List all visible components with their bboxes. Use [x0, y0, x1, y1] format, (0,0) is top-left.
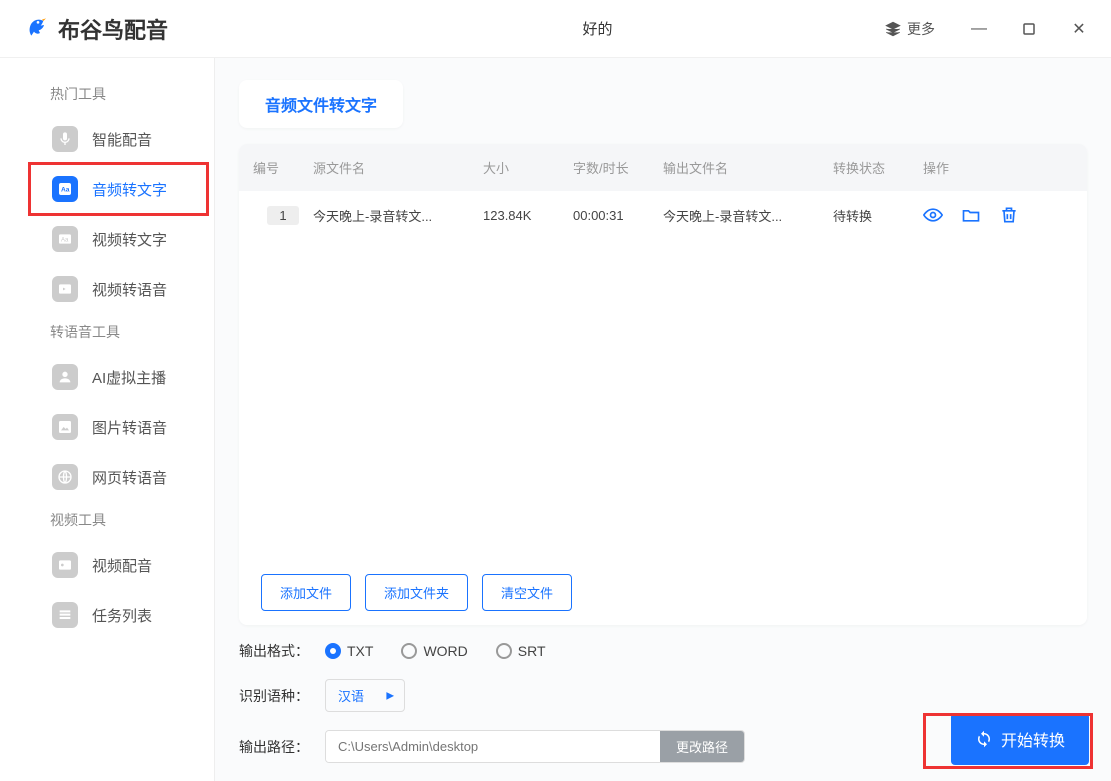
lang-label: 识别语种：: [239, 686, 309, 706]
file-table: 编号源文件名大小字数/时长输出文件名转换状态操作 1 今天晚上-录音转文... …: [239, 144, 1087, 625]
sidebar-item-label: 视频配音: [92, 555, 152, 576]
table-row[interactable]: 1 今天晚上-录音转文... 123.84K 00:00:31 今天晚上-录音转…: [239, 191, 1087, 239]
folder-icon[interactable]: [961, 205, 981, 225]
row-ops: [923, 205, 1063, 225]
sidebar-item-tasks[interactable]: 任务列表: [0, 590, 214, 640]
output-format-row: 输出格式： TXT WORD SRT: [239, 641, 1087, 661]
eye-icon[interactable]: [923, 205, 943, 225]
radio-circle-icon: [325, 643, 341, 659]
sidebar-item-label: AI虚拟主播: [92, 367, 166, 388]
app-logo: 布谷鸟配音: [18, 13, 168, 45]
path-input-group: 更改路径: [325, 730, 745, 763]
sidebar-item-label: 视频转语音: [92, 279, 167, 300]
sidebar-item-web-audio[interactable]: 网页转语音: [0, 452, 214, 502]
bird-icon: [18, 13, 50, 45]
chevron-right-icon: ▶: [386, 690, 394, 701]
sidebar-item-label: 图片转语音: [92, 417, 167, 438]
sidebar-item-ai-avatar[interactable]: AI虚拟主播: [0, 352, 214, 402]
sidebar-item-mic[interactable]: 智能配音: [0, 114, 214, 164]
video-text-icon: Aa: [52, 226, 78, 252]
format-radio-word[interactable]: WORD: [401, 643, 467, 659]
duration: 00:00:31: [573, 208, 663, 223]
sidebar-item-label: 网页转语音: [92, 467, 167, 488]
src-filename: 今天晚上-录音转文...: [313, 206, 483, 225]
minimize-button[interactable]: —: [965, 15, 993, 43]
clear-files-button[interactable]: 清空文件: [482, 574, 572, 611]
column-header: 转换状态: [833, 158, 923, 177]
column-header: 大小: [483, 158, 573, 177]
trash-icon[interactable]: [999, 205, 1019, 225]
footer-controls: 输出格式： TXTWORDSRT 识别语种： 汉语 ▶ 输出路径： 更改路径 开: [239, 641, 1087, 763]
sidebar: 热门工具智能配音 Aa 音频转文字 Aa 视频转文字视频转语音转语音工具 AI虚拟主播图片…: [0, 58, 215, 781]
radio-circle-icon: [401, 643, 417, 659]
sidebar-item-video-text[interactable]: Aa 视频转文字: [0, 214, 214, 264]
square-icon: [1023, 23, 1035, 35]
ai-avatar-icon: [52, 364, 78, 390]
path-label: 输出路径：: [239, 737, 309, 757]
video-dub-icon: [52, 552, 78, 578]
start-convert-button[interactable]: 开始转换: [951, 713, 1089, 765]
video-audio-icon: [52, 276, 78, 302]
sidebar-section-title: 视频工具: [0, 502, 214, 540]
maximize-button[interactable]: [1015, 15, 1043, 43]
titlebar: 布谷鸟配音 好的 更多 — ✕: [0, 0, 1111, 58]
column-header: 输出文件名: [663, 158, 833, 177]
file-size: 123.84K: [483, 208, 573, 223]
language-select[interactable]: 汉语 ▶: [325, 679, 405, 712]
add-folder-button[interactable]: 添加文件夹: [365, 574, 468, 611]
format-radio-txt[interactable]: TXT: [325, 643, 373, 659]
audio-text-icon: Aa: [52, 176, 78, 202]
column-header: 源文件名: [313, 158, 483, 177]
title-center-text: 好的: [168, 18, 877, 39]
language-value: 汉语: [338, 689, 364, 704]
web-audio-icon: [52, 464, 78, 490]
change-path-button[interactable]: 更改路径: [660, 731, 744, 762]
sidebar-item-video-dub[interactable]: 视频配音: [0, 540, 214, 590]
column-header: 字数/时长: [573, 158, 663, 177]
column-header: 操作: [923, 158, 1063, 177]
column-header: 编号: [253, 158, 313, 177]
tasks-icon: [52, 602, 78, 628]
format-radio-srt[interactable]: SRT: [496, 643, 546, 659]
radio-label: TXT: [347, 643, 373, 659]
path-input[interactable]: [326, 731, 660, 762]
more-button[interactable]: 更多: [877, 15, 943, 43]
convert-status: 待转换: [833, 206, 923, 225]
main-panel: 音频文件转文字 编号源文件名大小字数/时长输出文件名转换状态操作 1 今天晚上-…: [215, 58, 1111, 781]
sidebar-item-label: 音频转文字: [92, 179, 167, 200]
sidebar-section-title: 转语音工具: [0, 314, 214, 352]
sidebar-item-label: 任务列表: [92, 605, 152, 626]
stack-icon: [885, 21, 901, 37]
table-actions: 添加文件 添加文件夹 清空文件: [239, 574, 1087, 611]
more-label: 更多: [907, 19, 935, 39]
titlebar-right: 更多 — ✕: [877, 15, 1093, 43]
sidebar-item-video-audio[interactable]: 视频转语音: [0, 264, 214, 314]
close-button[interactable]: ✕: [1065, 15, 1093, 43]
mic-icon: [52, 126, 78, 152]
app-name: 布谷鸟配音: [58, 13, 168, 45]
radio-label: WORD: [423, 643, 467, 659]
sidebar-item-audio-text[interactable]: Aa 音频转文字: [0, 164, 214, 214]
sidebar-item-label: 智能配音: [92, 129, 152, 150]
sidebar-item-label: 视频转文字: [92, 229, 167, 250]
image-audio-icon: [52, 414, 78, 440]
table-header: 编号源文件名大小字数/时长输出文件名转换状态操作: [239, 144, 1087, 191]
out-filename: 今天晚上-录音转文...: [663, 206, 833, 225]
format-label: 输出格式：: [239, 641, 309, 661]
start-label: 开始转换: [1001, 727, 1065, 751]
tab-title: 音频文件转文字: [239, 80, 403, 128]
svg-text:Aa: Aa: [61, 238, 69, 244]
language-row: 识别语种： 汉语 ▶: [239, 679, 1087, 712]
svg-text:Aa: Aa: [61, 187, 70, 194]
radio-label: SRT: [518, 643, 546, 659]
radio-circle-icon: [496, 643, 512, 659]
add-file-button[interactable]: 添加文件: [261, 574, 351, 611]
sidebar-item-image-audio[interactable]: 图片转语音: [0, 402, 214, 452]
refresh-icon: [975, 730, 993, 748]
sidebar-section-title: 热门工具: [0, 76, 214, 114]
row-index: 1: [267, 206, 299, 225]
